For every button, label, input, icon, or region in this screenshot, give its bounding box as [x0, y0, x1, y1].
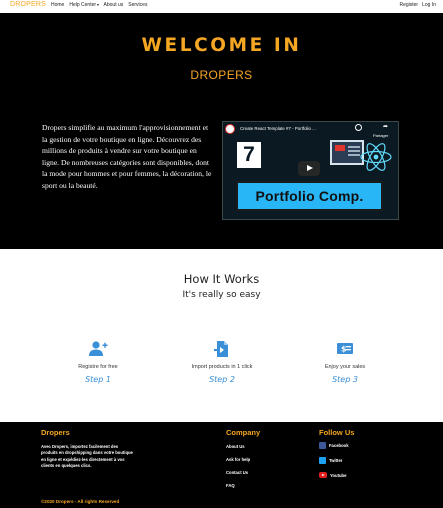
step-card-2: Import products in 1 click Step 2	[162, 340, 282, 384]
step-label: Enjoy your sales	[324, 364, 366, 370]
footer-link-faq[interactable]: FAQ	[226, 483, 235, 488]
video-player[interactable]: Create React Template #7 - Portfolio ...…	[222, 121, 399, 220]
nav-link-help-center[interactable]: Help Center	[69, 2, 99, 8]
section-subtitle: It's really so easy	[182, 290, 261, 300]
footer-company-title: Company	[226, 428, 261, 437]
share-label[interactable]: Partager	[373, 133, 388, 138]
login-link[interactable]: Log In	[422, 2, 436, 8]
nav-link-about-us[interactable]: About us	[104, 2, 124, 8]
money-icon: $	[337, 343, 353, 354]
video-banner: Portfolio Comp.	[236, 181, 383, 211]
copyright: ©2020 Dropers - All rights Reserved	[41, 499, 120, 504]
hero-description: Dropers simplifie au maximum l'approvisi…	[42, 123, 212, 190]
step-number: Step 3	[332, 375, 358, 384]
react-logo-icon	[360, 143, 392, 171]
play-button[interactable]	[298, 161, 320, 176]
youtube-icon	[319, 472, 327, 478]
social-twitter[interactable]: Twitter	[319, 457, 342, 464]
footer: Dropers Avec Dropers, importez facilemen…	[0, 422, 443, 508]
import-file-icon	[214, 341, 228, 357]
hero-section: WELCOME IN DROPERS Dropers simplifie au …	[0, 13, 443, 249]
social-facebook[interactable]: Facebook	[319, 442, 349, 449]
add-user-icon	[89, 341, 108, 356]
step-card-3: $ Enjoy your sales Step 3	[285, 340, 405, 384]
nav-links: Home Help Center About us Services	[51, 2, 147, 8]
register-link[interactable]: Register	[399, 2, 418, 8]
nav-auth: Register Log In	[399, 2, 436, 8]
episode-number: 7	[237, 142, 261, 168]
footer-brand-text: Avec Dropers, importez facilement des pr…	[41, 444, 133, 468]
watch-later-icon[interactable]	[355, 124, 362, 131]
chevron-down-icon	[96, 3, 99, 6]
footer-link-about[interactable]: About Us	[226, 444, 245, 449]
footer-brand-title: Dropers	[41, 428, 70, 437]
channel-avatar[interactable]	[225, 124, 235, 134]
social-label: Twitter	[329, 458, 343, 463]
social-youtube[interactable]: Youtube	[319, 472, 346, 478]
nav-link-help-center-label: Help Center	[69, 2, 97, 8]
navbar: DROPERS Home Help Center About us Servic…	[0, 0, 443, 13]
step-label: Registre for free	[78, 364, 118, 370]
hero-title: WELCOME IN	[141, 35, 302, 56]
video-header: Create React Template #7 - Portfolio ...…	[223, 122, 398, 138]
nav-link-services[interactable]: Services	[128, 2, 147, 8]
footer-link-help[interactable]: Ask for help	[226, 457, 250, 462]
brand-logo[interactable]: DROPERS	[10, 1, 46, 8]
social-label: Facebook	[329, 443, 349, 448]
step-label: Import products in 1 click	[191, 364, 253, 370]
facebook-icon	[319, 442, 326, 449]
hero-subtitle: DROPERS	[190, 68, 253, 82]
step-number: Step 2	[209, 375, 235, 384]
twitter-icon	[319, 457, 326, 464]
footer-link-contact[interactable]: Contact Us	[226, 470, 248, 475]
social-label: Youtube	[330, 472, 347, 478]
section-title: How It Works	[183, 272, 260, 286]
nav-link-home[interactable]: Home	[51, 2, 64, 8]
video-title[interactable]: Create React Template #7 - Portfolio ...	[240, 126, 316, 131]
share-icon[interactable]: ➦	[383, 123, 388, 130]
step-card-1: Registre for free Step 1	[38, 340, 158, 384]
step-number: Step 1	[85, 375, 111, 384]
footer-follow-title: Follow Us	[319, 428, 355, 437]
